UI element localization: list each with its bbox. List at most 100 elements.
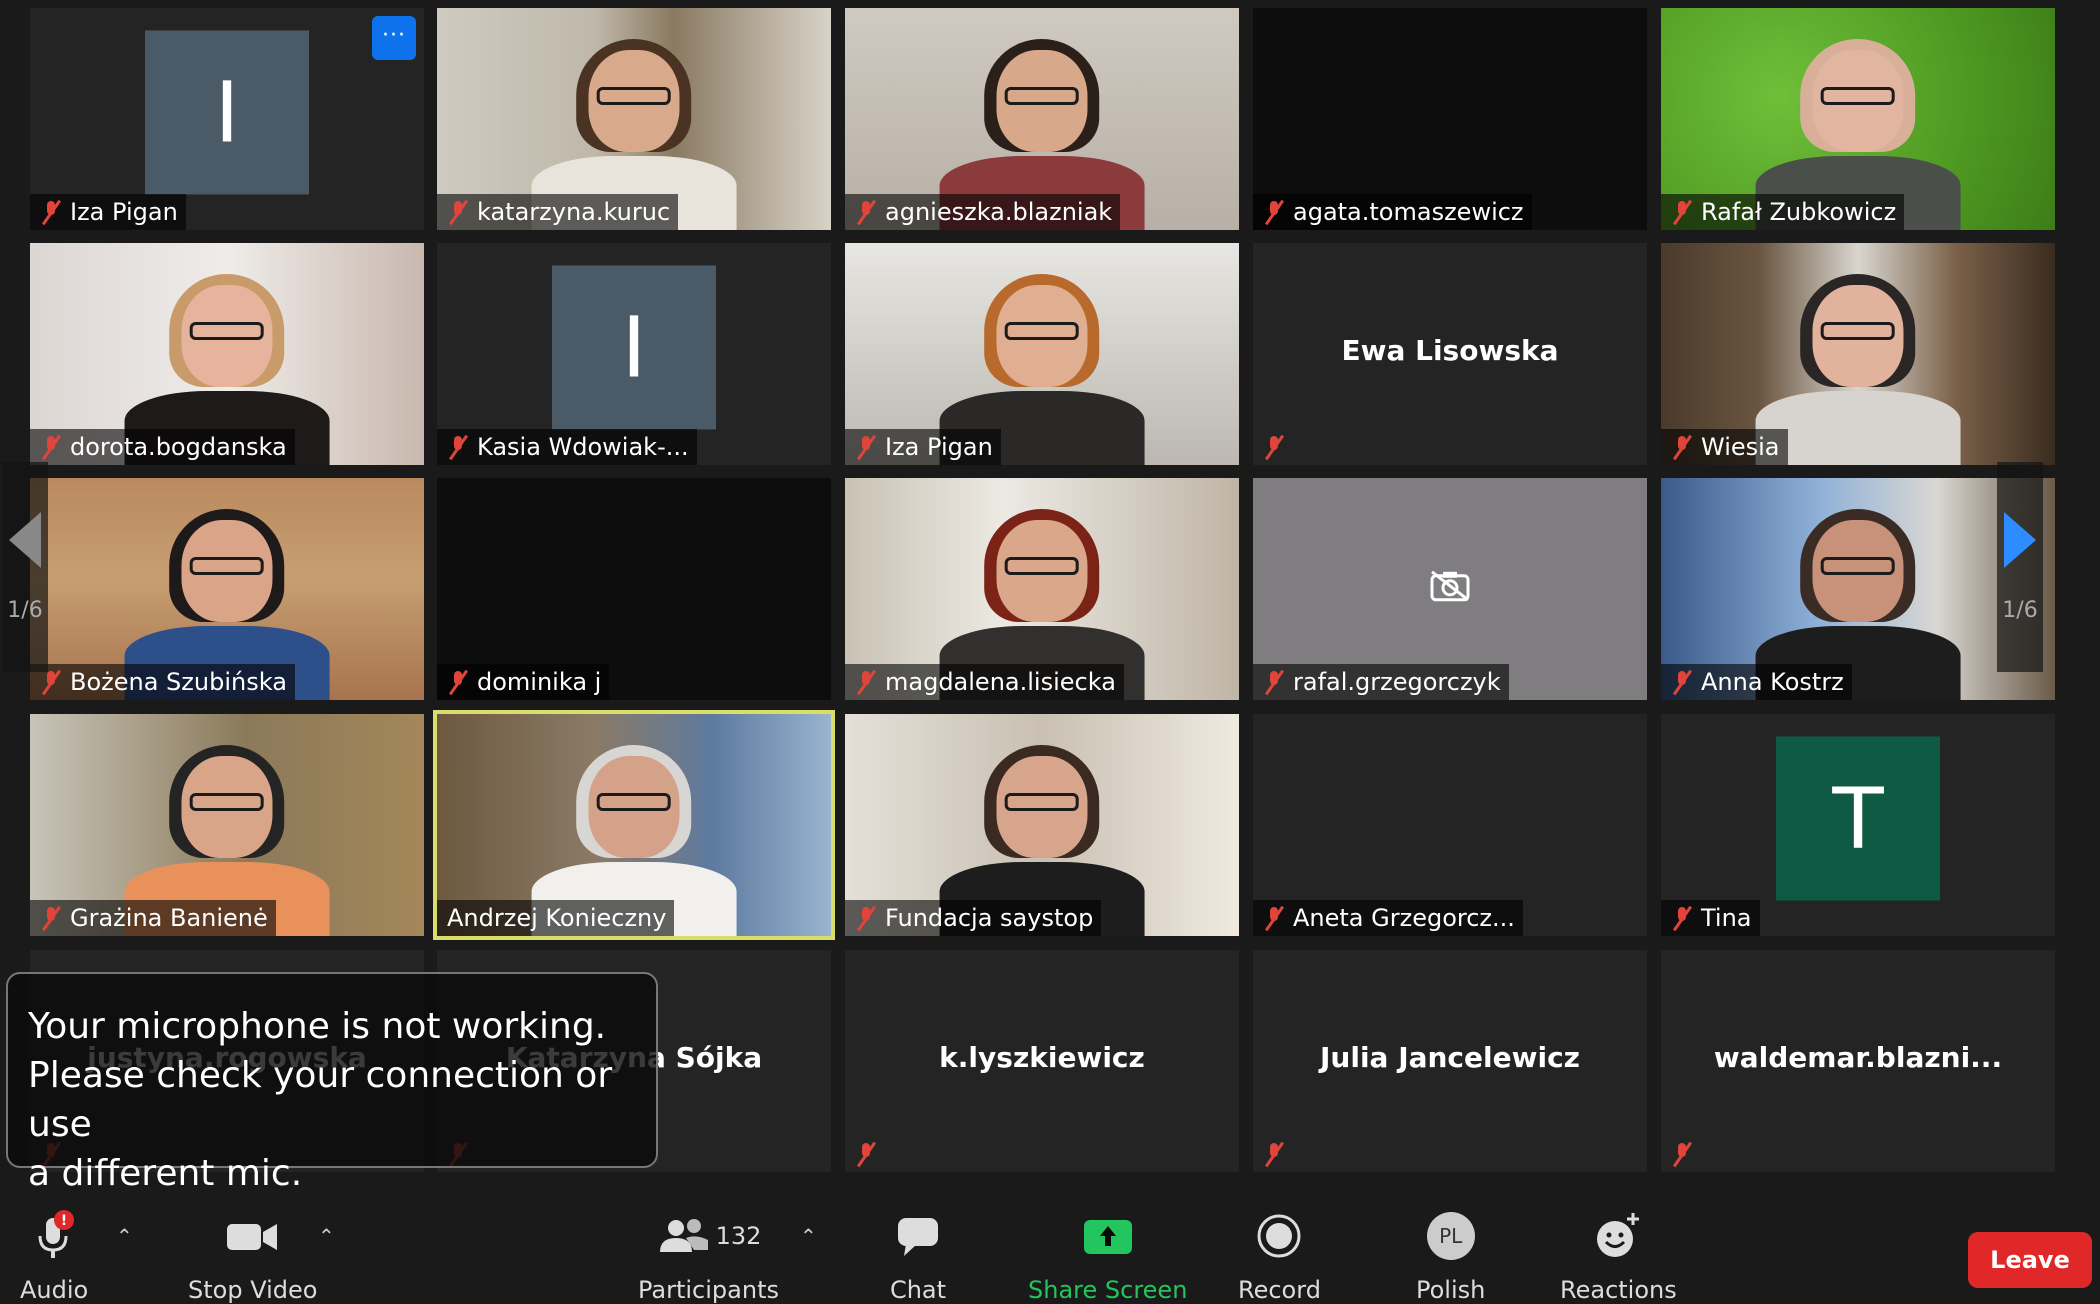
participants-label: Participants: [638, 1276, 779, 1304]
toast-line-3: a different mic.: [28, 1153, 303, 1194]
microphone-muted-icon: [1263, 199, 1285, 225]
audio-options-caret-icon[interactable]: ⌃: [116, 1224, 133, 1248]
participant-tile[interactable]: Bożena Szubińska: [30, 478, 424, 700]
stop-video-label: Stop Video: [188, 1276, 318, 1304]
reactions-label: Reactions: [1560, 1276, 1677, 1304]
participant-tile[interactable]: Aneta Grzegorcz...: [1253, 714, 1647, 936]
participants-icon: [659, 1219, 708, 1252]
participant-tile[interactable]: rafal.grzegorczyk: [1253, 478, 1647, 700]
participants-options-caret-icon[interactable]: ⌃: [800, 1224, 817, 1248]
toast-line-1: Your microphone is not working.: [28, 1006, 607, 1047]
participant-tile[interactable]: dorota.bogdanska: [30, 243, 424, 465]
participant-name-bar: Iza Pigan: [30, 194, 186, 230]
participant-name-bar: Bożena Szubińska: [30, 664, 295, 700]
language-interpretation-button[interactable]: PL Polish: [1416, 1210, 1485, 1304]
participants-count: 132: [715, 1222, 762, 1250]
meeting-toolbar: ! Audio ⌃ Stop Video ⌃ 132 Participants …: [0, 1196, 2100, 1304]
stop-video-button[interactable]: Stop Video: [188, 1210, 317, 1304]
participant-avatar: I: [552, 265, 716, 430]
participant-name-bar: [845, 1136, 885, 1172]
microphone-muted-icon: [1263, 905, 1285, 931]
video-options-caret-icon[interactable]: ⌃: [318, 1224, 335, 1248]
camera-off-icon: [1428, 570, 1472, 602]
participant-name: Aneta Grzegorcz...: [1293, 904, 1515, 932]
participant-tile[interactable]: I ··· Iza Pigan: [30, 8, 424, 230]
smiley-plus-icon: [1588, 1210, 1648, 1262]
leave-meeting-button[interactable]: Leave: [1968, 1232, 2092, 1288]
microphone-warning-toast: Your microphone is not working. Please c…: [6, 972, 658, 1194]
participant-avatar: I: [145, 30, 309, 195]
participant-tile[interactable]: Grażina Banienė: [30, 714, 424, 936]
microphone-muted-icon: [855, 1141, 877, 1167]
participant-tile[interactable]: T Tina: [1661, 714, 2055, 936]
participant-name: Grażina Banienė: [70, 904, 268, 932]
page-indicator-right: 1/6: [2002, 597, 2038, 623]
language-icon: PL: [1421, 1210, 1481, 1262]
participant-name-bar: Andrzej Konieczny: [437, 900, 675, 936]
participant-name: magdalena.lisiecka: [885, 668, 1116, 696]
more-options-icon[interactable]: ···: [372, 16, 416, 60]
chat-label: Chat: [889, 1276, 947, 1304]
record-label: Record: [1238, 1276, 1321, 1304]
microphone-muted-icon: [40, 434, 62, 460]
reactions-button[interactable]: Reactions: [1560, 1210, 1677, 1304]
microphone-muted-icon: [1671, 1141, 1693, 1167]
participant-name-bar: rafal.grzegorczyk: [1253, 664, 1509, 700]
previous-page-button[interactable]: 1/6: [2, 462, 48, 672]
audio-button[interactable]: ! Audio: [20, 1210, 88, 1304]
record-button[interactable]: Record: [1238, 1210, 1321, 1304]
participant-name-bar: magdalena.lisiecka: [845, 664, 1124, 700]
chat-bubble-icon: [888, 1210, 948, 1262]
participant-name: dorota.bogdanska: [70, 433, 287, 461]
microphone-muted-icon: [855, 434, 877, 460]
microphone-muted-icon: [1671, 905, 1693, 931]
participant-name-bar: Grażina Banienė: [30, 900, 276, 936]
participant-tile[interactable]: magdalena.lisiecka: [845, 478, 1239, 700]
microphone-muted-icon: [40, 905, 62, 931]
participant-center-name: waldemar.blazni...: [1713, 1041, 2003, 1075]
participant-avatar: T: [1776, 736, 1940, 901]
participant-tile[interactable]: Julia Jancelewicz: [1253, 950, 1647, 1172]
participant-name: agnieszka.blazniak: [885, 198, 1113, 226]
participant-tile[interactable]: Rafał Zubkowicz: [1661, 8, 2055, 230]
participant-tile[interactable]: waldemar.blazni...: [1661, 950, 2055, 1172]
participant-tile[interactable]: agata.tomaszewicz: [1253, 8, 1647, 230]
participant-tile[interactable]: Iza Pigan: [845, 243, 1239, 465]
participant-tile[interactable]: dominika j: [437, 478, 831, 700]
video-camera-icon: [223, 1210, 283, 1262]
participant-name-bar: Wiesia: [1661, 429, 1788, 465]
microphone-muted-icon: [40, 669, 62, 695]
participant-name: Tina: [1701, 904, 1752, 932]
language-label: Polish: [1416, 1276, 1486, 1304]
chat-button[interactable]: Chat: [888, 1210, 948, 1304]
participant-name-bar: agnieszka.blazniak: [845, 194, 1121, 230]
microphone-muted-icon: [1263, 434, 1285, 460]
participant-name: Wiesia: [1701, 433, 1780, 461]
participant-tile[interactable]: Fundacja saystop: [845, 714, 1239, 936]
participant-center-name: Ewa Lisowska: [1341, 334, 1559, 368]
microphone-muted-icon: [855, 669, 877, 695]
share-screen-button[interactable]: Share Screen: [1028, 1210, 1187, 1304]
participant-center-name: Julia Jancelewicz: [1320, 1041, 1580, 1075]
microphone-muted-icon: [1263, 1141, 1285, 1167]
participant-tile[interactable]: Wiesia: [1661, 243, 2055, 465]
participant-tile[interactable]: Andrzej Konieczny: [433, 710, 835, 940]
participant-tile[interactable]: Ewa Lisowska: [1253, 243, 1647, 465]
page-indicator-left: 1/6: [7, 597, 43, 623]
participant-tile[interactable]: I Kasia Wdowiak-...: [437, 243, 831, 465]
microphone-muted-icon: [447, 199, 469, 225]
participant-tile[interactable]: katarzyna.kuruc: [437, 8, 831, 230]
microphone-icon: !: [24, 1210, 84, 1262]
microphone-muted-icon: [1671, 669, 1693, 695]
participants-button[interactable]: 132 Participants: [638, 1210, 779, 1304]
participant-tile[interactable]: agnieszka.blazniak: [845, 8, 1239, 230]
participant-name: Iza Pigan: [70, 198, 178, 226]
participant-name: Fundacja saystop: [885, 904, 1094, 932]
participant-tile[interactable]: k.lyszkiewicz: [845, 950, 1239, 1172]
participant-name-bar: Rafał Zubkowicz: [1661, 194, 1905, 230]
language-badge: PL: [1426, 1212, 1475, 1260]
next-page-button[interactable]: 1/6: [1997, 462, 2043, 672]
participant-tile[interactable]: Anna Kostrz: [1661, 478, 2055, 700]
participant-name-bar: Anna Kostrz: [1661, 664, 1852, 700]
microphone-muted-icon: [1671, 434, 1693, 460]
